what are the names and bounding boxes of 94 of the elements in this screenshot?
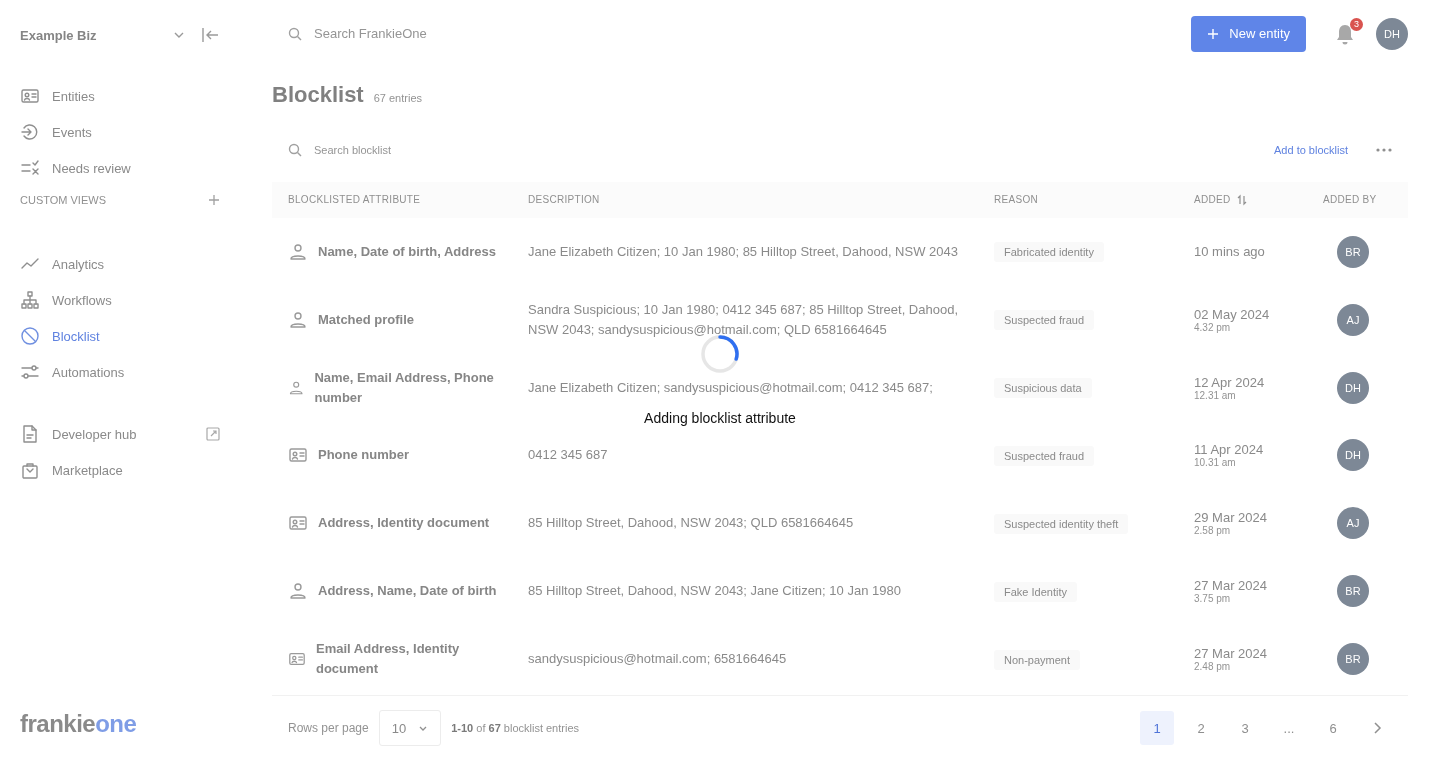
table-cell-text: 0412 345 687 — [528, 446, 609, 465]
date-text: 10 mins ago — [1194, 244, 1265, 260]
add-to-blocklist-link[interactable]: Add to blocklist — [1274, 143, 1348, 156]
sidebar-item[interactable]: Events — [20, 114, 220, 150]
time-text: 2.48 pm — [1194, 661, 1231, 673]
user-avatar: BR — [1337, 575, 1369, 608]
notification-bell-icon[interactable] — [1334, 22, 1356, 45]
person-icon — [288, 581, 308, 602]
add-icon[interactable] — [208, 194, 220, 206]
person-icon — [288, 309, 308, 330]
plus-icon — [1207, 27, 1220, 40]
search-icon — [288, 26, 302, 41]
time-text: 2.58 pm — [1194, 525, 1231, 537]
table-cell-text: sandysuspicious@hotmail.com; 6581664645 — [528, 650, 788, 669]
table-cell-text: Address, Name, Date of birth — [318, 582, 497, 601]
page-link[interactable]: 3 — [1228, 711, 1262, 746]
reason-tag: Fabricated identity — [994, 242, 1104, 263]
shopping-bag-icon — [20, 460, 40, 480]
page-link[interactable]: 1 — [1140, 711, 1174, 746]
person-icon — [288, 241, 308, 262]
table-cell-text: Matched profile — [318, 310, 415, 329]
page-title: Blocklist — [272, 81, 364, 108]
reason-tag: Suspicious data — [994, 378, 1092, 399]
table-cell-text: Address, Identity document — [318, 514, 490, 533]
date-text: 02 May 2024 — [1194, 306, 1270, 322]
reason-tag: Suspected fraud — [994, 310, 1095, 331]
external-link-icon — [206, 427, 220, 441]
user-avatar: BR — [1337, 643, 1369, 676]
page-link[interactable]: 2 — [1184, 711, 1218, 746]
table-cell-text: Email Address, Identity document — [316, 640, 461, 679]
user-avatar: DH — [1337, 439, 1369, 472]
reason-tag: Suspected identity theft — [994, 513, 1129, 534]
table-cell-text: Sandra Suspicious; 10 Jan 1980; 0412 345 687; 85 Hilltop Street, Dahood, NSW 2043; sandysuspicious@hotmail.com; QLD 6581664645 — [528, 300, 960, 339]
pagination-summary: 1-10 of 67 blocklist entries — [451, 722, 581, 735]
notification-badge: 3 — [1350, 17, 1363, 31]
section-heading: CUSTOM VIEWS — [20, 194, 106, 206]
sidebar-item[interactable]: Entities — [20, 78, 220, 114]
sidebar-item[interactable]: Needs review — [20, 150, 220, 186]
sidebar-item[interactable]: Workflows — [20, 282, 220, 318]
table-cell-text: 85 Hilltop Street, Dahood, NSW 2043; Jane Citizen; 10 Jan 1980 — [528, 582, 902, 601]
sidebar-item[interactable]: Analytics — [20, 246, 220, 282]
table-cell-text: 85 Hilltop Street, Dahood, NSW 2043; QLD 6581664645 — [528, 514, 855, 533]
prohibited-icon — [20, 326, 40, 346]
reason-tag: Fake Identity — [994, 581, 1077, 602]
time-text: 4.32 pm — [1194, 321, 1231, 333]
new-entity-button[interactable]: New entity — [1191, 15, 1306, 52]
search-field[interactable]: Search FrankieOne — [314, 26, 427, 42]
time-text: 3.75 pm — [1194, 593, 1231, 605]
table-cell-text: Jane Elizabeth Citizen; 10 Jan 1980; 85 Hilltop Street, Dahood, NSW 2043 — [528, 242, 959, 261]
hierarchy-icon — [20, 290, 40, 310]
column-header: DESCRIPTION — [528, 194, 600, 206]
entry-count: 67 entries — [373, 91, 422, 104]
search-field[interactable]: Search blocklist — [314, 143, 1262, 156]
logo: frankieone — [20, 710, 138, 738]
user-avatar: DH — [1337, 371, 1369, 404]
sidebar-item[interactable]: Blocklist — [20, 318, 220, 354]
date-text: 29 Mar 2024 — [1194, 510, 1267, 526]
user-avatar: AJ — [1337, 303, 1369, 336]
date-text: 12 Apr 2024 — [1194, 374, 1265, 390]
table-cell-text: Name, Date of birth, Address — [318, 242, 496, 261]
sliders-icon — [20, 362, 40, 382]
user-avatar: AJ — [1337, 507, 1369, 540]
id-card-icon — [20, 86, 40, 106]
column-header: BLOCKLISTED ATTRIBUTE — [288, 194, 421, 206]
column-header: REASON — [994, 194, 1039, 206]
sidebar-item[interactable]: Marketplace — [20, 452, 220, 488]
date-text: 11 Apr 2024 — [1194, 442, 1264, 458]
collapse-sidebar-icon[interactable] — [200, 25, 220, 45]
user-avatar: BR — [1337, 235, 1369, 268]
document-icon — [20, 424, 40, 444]
search-icon — [288, 142, 302, 157]
date-text: 27 Mar 2024 — [1194, 646, 1267, 662]
table-cell-text: Name, Email Address, Phone number — [314, 368, 495, 407]
table-cell-text: Jane Elizabeth Citizen; sandysuspicious@hotmail.com; 0412 345 687; — [528, 378, 934, 397]
page-link[interactable]: 6 — [1316, 711, 1350, 746]
workspace-name: Example Biz — [20, 27, 98, 43]
time-text: 10.31 am — [1194, 457, 1236, 469]
reason-tag: Non-payment — [994, 649, 1081, 670]
rows-per-page-label: Rows per page — [288, 721, 369, 736]
sort-icon[interactable] — [1236, 193, 1247, 206]
user-avatar[interactable]: DH — [1376, 17, 1408, 50]
rows-per-page-select[interactable]: 10 — [378, 710, 442, 747]
page-link[interactable]: ... — [1272, 711, 1306, 746]
reason-tag: Suspected fraud — [994, 445, 1095, 466]
date-text: 27 Mar 2024 — [1194, 578, 1267, 594]
column-header: ADDED BY — [1323, 194, 1377, 206]
column-header[interactable]: ADDED — [1194, 194, 1231, 206]
table-cell-text: Phone number — [318, 446, 409, 465]
more-options-icon[interactable] — [1376, 147, 1392, 152]
sidebar-item[interactable]: Developer hub — [20, 416, 220, 452]
arrow-circle-icon — [20, 122, 40, 142]
time-text: 12.31 am — [1194, 389, 1236, 401]
loading-message: Adding blocklist attribute — [644, 410, 796, 426]
sidebar-item[interactable]: Automations — [20, 354, 220, 390]
